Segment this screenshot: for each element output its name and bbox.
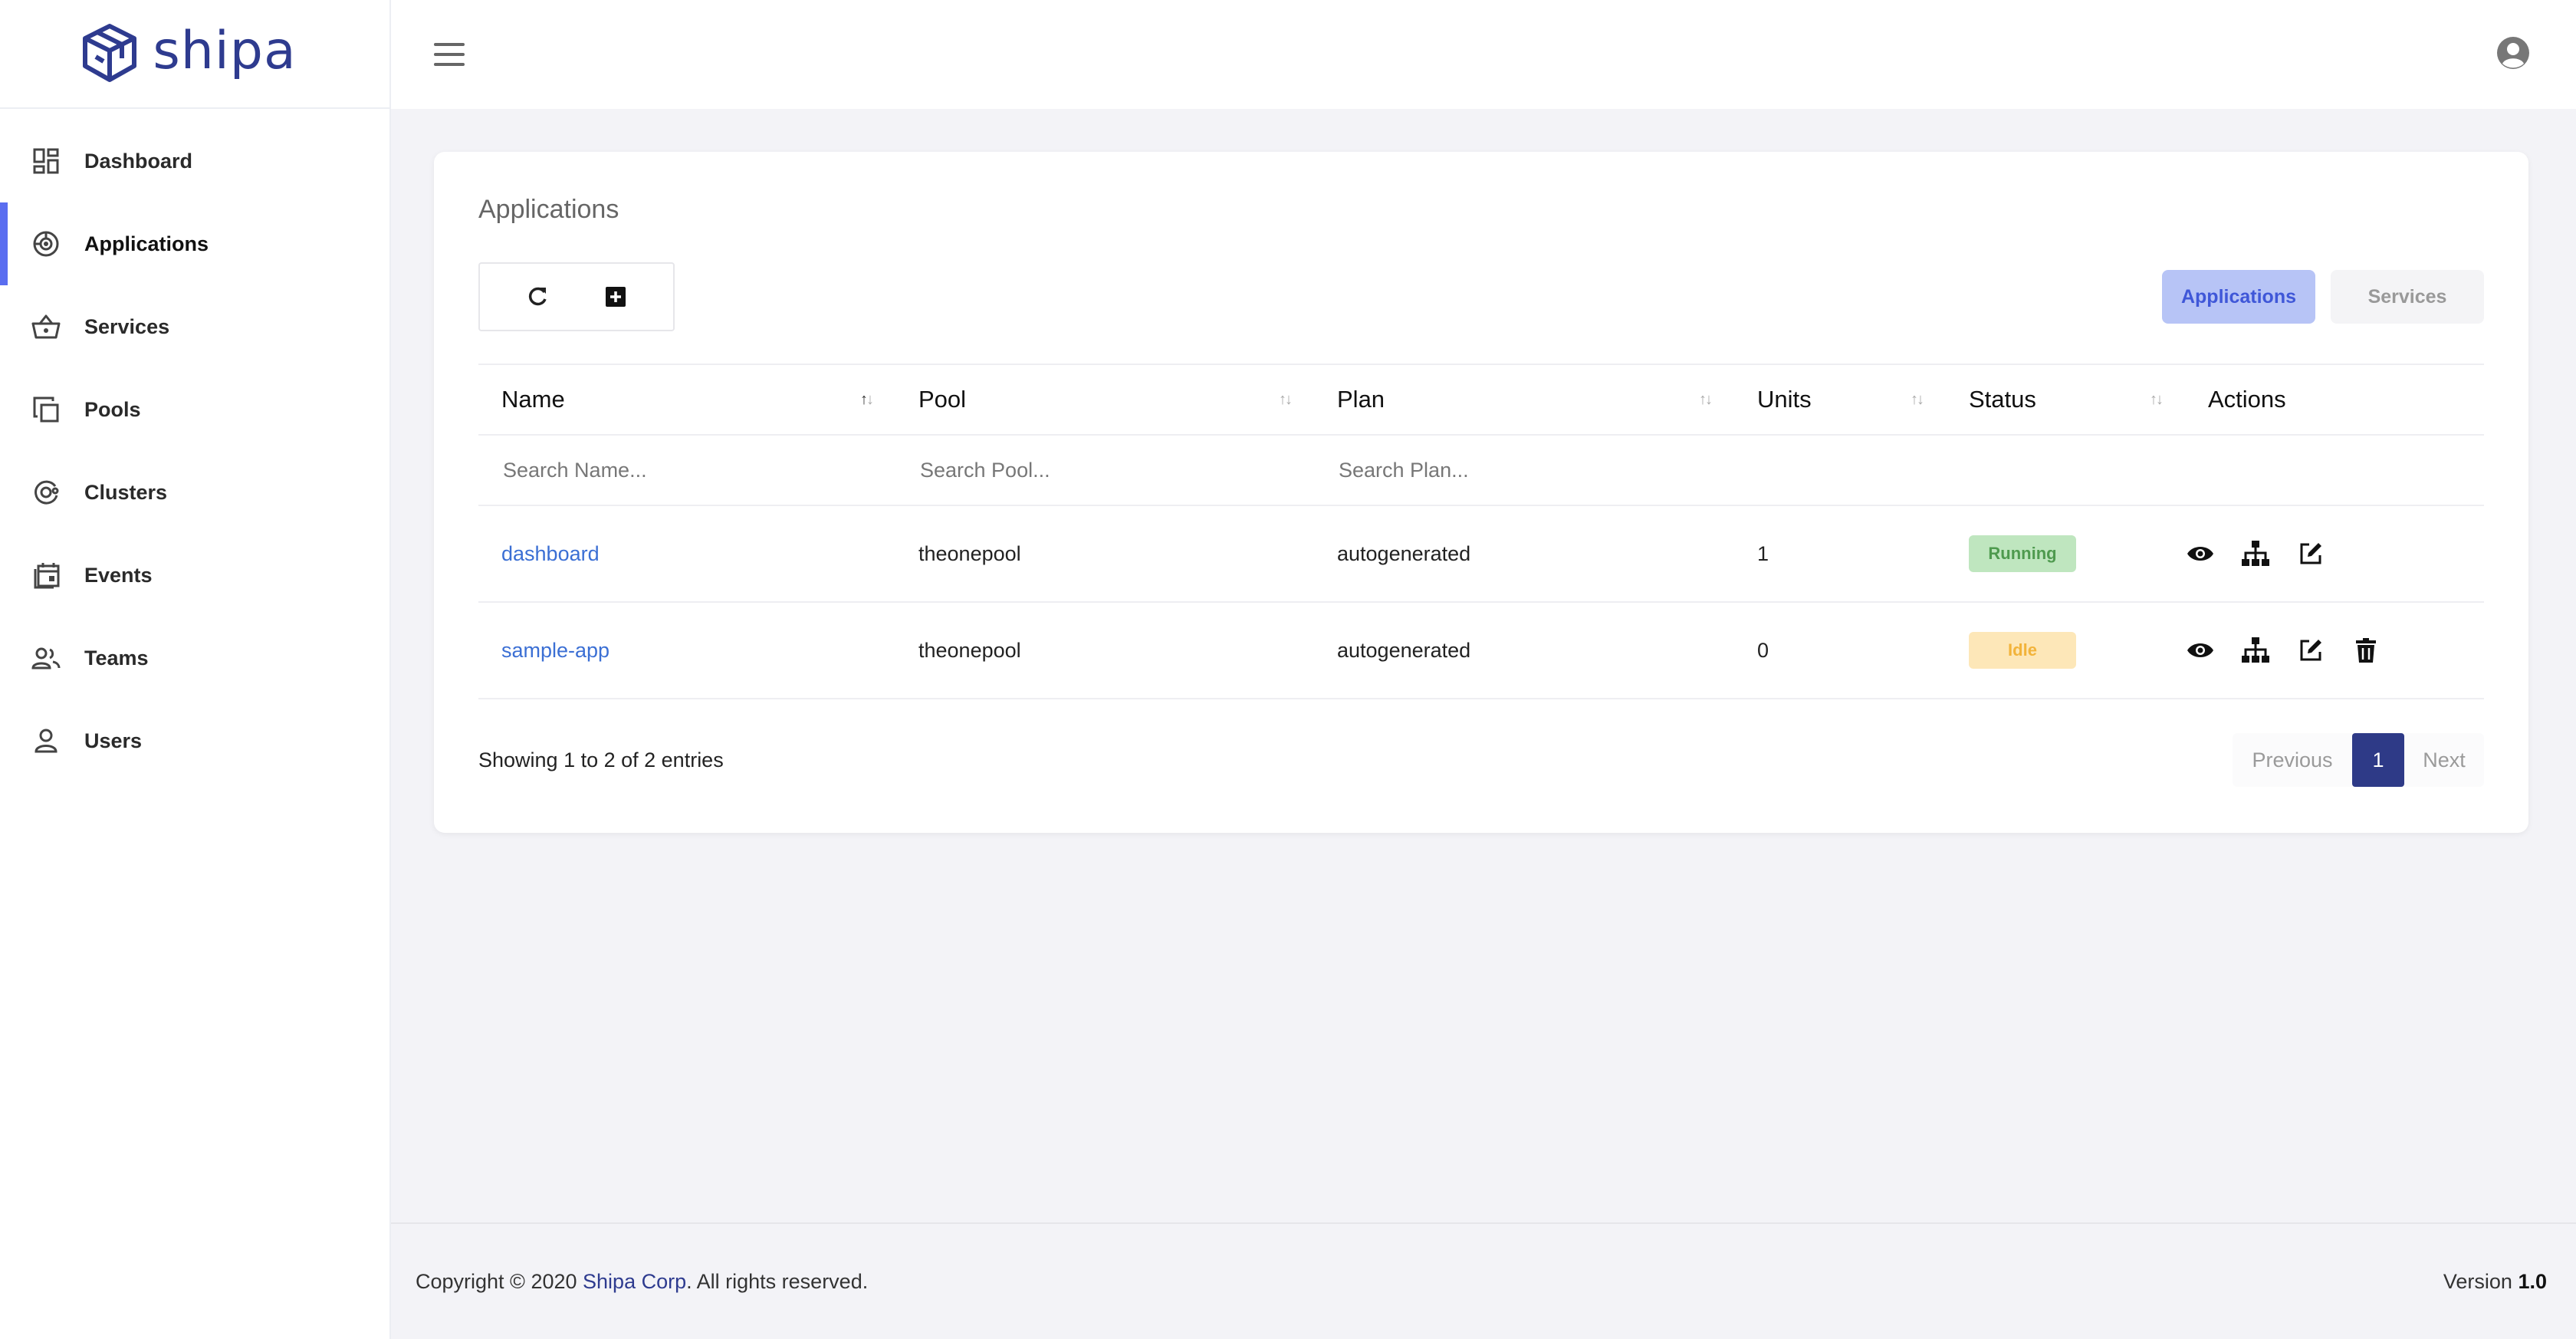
app-name-link[interactable]: dashboard [501, 542, 600, 566]
sidebar-item-label: Services [84, 314, 170, 338]
column-label: Actions [2208, 386, 2286, 413]
table-toolbar [478, 262, 675, 331]
main-area: Applications Applications Services Name … [391, 0, 2576, 1339]
status-badge: Running [1969, 535, 2076, 572]
hierarchy-icon[interactable] [2240, 538, 2271, 569]
brand-logo[interactable]: shipa [0, 0, 389, 109]
column-header-plan[interactable]: Plan ↑↓ [1314, 365, 1734, 434]
column-header-name[interactable]: Name ↑↓ [478, 365, 895, 434]
view-icon[interactable] [2185, 635, 2216, 666]
applications-icon [31, 229, 61, 259]
page-1-button[interactable]: 1 [2352, 733, 2404, 787]
view-icon[interactable] [2185, 538, 2216, 569]
copyright: Copyright © 2020 Shipa Corp. All rights … [416, 1270, 868, 1294]
sort-icon[interactable]: ↑↓ [2150, 391, 2164, 409]
sidebar-item-teams[interactable]: Teams [0, 617, 389, 699]
search-pool-input[interactable] [918, 457, 1275, 483]
dashboard-icon [31, 146, 61, 176]
search-name-input[interactable] [501, 457, 856, 483]
sidebar: shipa Dashboard Applications Services Po… [0, 0, 391, 1339]
user-icon [31, 725, 61, 756]
sidebar-item-services[interactable]: Services [0, 285, 389, 368]
version-number: 1.0 [2518, 1269, 2547, 1293]
app-units: 0 [1757, 638, 1769, 662]
sidebar-item-events[interactable]: Events [0, 534, 389, 617]
refresh-icon [528, 287, 547, 306]
add-application-button[interactable] [600, 281, 631, 312]
column-header-actions: Actions [2185, 365, 2484, 434]
shipa-logo-icon [83, 24, 137, 82]
sidebar-item-clusters[interactable]: Clusters [0, 451, 389, 534]
column-label: Plan [1337, 386, 1385, 413]
view-switch: Applications Services [2162, 270, 2484, 324]
column-label: Pool [918, 386, 967, 413]
sidebar-item-dashboard[interactable]: Dashboard [0, 120, 389, 202]
entries-summary: Showing 1 to 2 of 2 entries [478, 748, 724, 771]
add-box-icon [606, 287, 626, 307]
search-plan-input[interactable] [1337, 457, 1695, 483]
hierarchy-icon[interactable] [2240, 635, 2271, 666]
sidebar-item-label: Teams [84, 646, 149, 670]
sort-icon[interactable]: ↑↓ [860, 391, 874, 409]
pagination: Previous 1 Next [2233, 733, 2484, 787]
column-label: Name [501, 386, 565, 413]
sort-icon[interactable]: ↑↓ [1911, 391, 1924, 409]
pools-icon [31, 394, 61, 425]
table-row: dashboard theonepool autogenerated 1 Run… [478, 506, 2484, 603]
sidebar-item-users[interactable]: Users [0, 699, 389, 782]
table-row: sample-app theonepool autogenerated 0 Id… [478, 603, 2484, 699]
app-name-link[interactable]: sample-app [501, 639, 610, 663]
applications-card: Applications Applications Services Name … [434, 152, 2528, 833]
column-label: Status [1969, 386, 2036, 413]
sidebar-item-label: Events [84, 563, 153, 587]
app-plan: autogenerated [1337, 541, 1471, 565]
sort-icon[interactable]: ↑↓ [1279, 391, 1293, 409]
sidebar-item-label: Pools [84, 397, 141, 421]
sidebar-item-label: Applications [84, 232, 209, 255]
copyright-suffix: . All rights reserved. [686, 1269, 869, 1293]
sidebar-nav: Dashboard Applications Services Pools Cl… [0, 109, 389, 782]
clusters-icon [31, 477, 61, 508]
previous-page-button[interactable]: Previous [2233, 733, 2352, 787]
column-header-units[interactable]: Units ↑↓ [1734, 365, 1946, 434]
refresh-button[interactable] [522, 281, 553, 312]
app-plan: autogenerated [1337, 638, 1471, 662]
app-pool: theonepool [918, 638, 1021, 662]
table-header: Name ↑↓ Pool ↑↓ Plan ↑↓ Units ↑↓ Status [478, 364, 2484, 436]
menu-toggle-icon[interactable] [434, 43, 465, 66]
topbar [391, 0, 2576, 109]
edit-icon[interactable] [2295, 635, 2326, 666]
teams-icon [31, 643, 61, 673]
status-badge: Idle [1969, 632, 2076, 669]
account-icon[interactable] [2496, 36, 2530, 74]
brand-name: shipa [153, 20, 297, 81]
column-header-status[interactable]: Status ↑↓ [1946, 365, 2185, 434]
sidebar-item-pools[interactable]: Pools [0, 368, 389, 451]
calendar-icon [31, 560, 61, 591]
company-link[interactable]: Shipa Corp [583, 1270, 686, 1293]
applications-table: Name ↑↓ Pool ↑↓ Plan ↑↓ Units ↑↓ Status [478, 364, 2484, 699]
app-units: 1 [1757, 541, 1769, 565]
table-search-row [478, 436, 2484, 506]
sidebar-item-label: Dashboard [84, 149, 193, 173]
app-pool: theonepool [918, 541, 1021, 565]
sort-icon[interactable]: ↑↓ [1699, 391, 1713, 409]
edit-icon[interactable] [2295, 538, 2326, 569]
applications-tab[interactable]: Applications [2162, 270, 2315, 324]
delete-icon[interactable] [2351, 635, 2381, 666]
column-header-pool[interactable]: Pool ↑↓ [895, 365, 1314, 434]
next-page-button[interactable]: Next [2404, 733, 2484, 787]
basket-icon [31, 311, 61, 342]
services-tab[interactable]: Services [2331, 270, 2484, 324]
copyright-prefix: Copyright © 2020 [416, 1269, 577, 1293]
version-label: Version [2443, 1269, 2512, 1293]
version-info: Version 1.0 [2443, 1270, 2547, 1294]
footer: Copyright © 2020 Shipa Corp. All rights … [391, 1222, 2576, 1339]
column-label: Units [1757, 386, 1812, 413]
sidebar-item-label: Users [84, 729, 143, 752]
sidebar-item-applications[interactable]: Applications [0, 202, 389, 285]
page-title: Applications [478, 195, 619, 224]
sidebar-item-label: Clusters [84, 480, 168, 504]
